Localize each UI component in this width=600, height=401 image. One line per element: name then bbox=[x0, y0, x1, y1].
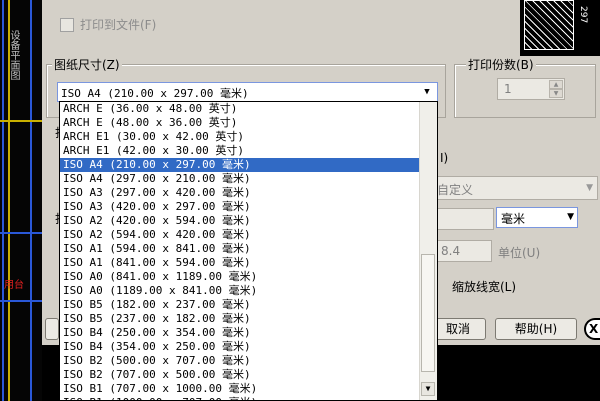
paper-size-option[interactable]: ARCH E1 (30.00 x 42.00 英寸) bbox=[60, 130, 437, 144]
paper-size-option[interactable]: ISO A1 (841.00 x 594.00 毫米) bbox=[60, 256, 437, 270]
scale-unit-value: 8.4 bbox=[441, 244, 461, 258]
unit-label: 单位(U) bbox=[498, 246, 541, 260]
paper-size-option[interactable]: ISO A2 (420.00 x 594.00 毫米) bbox=[60, 214, 437, 228]
paper-size-option[interactable]: ISO B5 (182.00 x 237.00 毫米) bbox=[60, 298, 437, 312]
print-to-file-checkbox[interactable]: 打印到文件(F) bbox=[60, 16, 156, 33]
copies-label: 打印份数(B) bbox=[466, 56, 536, 73]
paper-size-option[interactable]: ISO B4 (250.00 x 354.00 毫米) bbox=[60, 326, 437, 340]
expand-button[interactable]: X bbox=[584, 318, 600, 340]
cad-vertical-text: 设备平面图 bbox=[8, 30, 19, 80]
paper-size-option[interactable]: ISO B2 (707.00 x 500.00 毫米) bbox=[60, 368, 437, 382]
paper-size-option[interactable]: ISO A3 (420.00 x 297.00 毫米) bbox=[60, 200, 437, 214]
scrollbar-thumb[interactable] bbox=[421, 254, 435, 372]
help-button[interactable]: 帮助(H) bbox=[495, 318, 577, 340]
preview-dimension: 297 bbox=[578, 6, 588, 24]
partial-button[interactable] bbox=[45, 318, 59, 340]
chevron-down-icon: ▼ bbox=[567, 212, 574, 222]
chevron-down-icon[interactable]: ▼ bbox=[419, 84, 435, 100]
cad-red-text: 用台 bbox=[4, 280, 24, 291]
scale-unit-field[interactable]: 8.4 bbox=[434, 240, 492, 262]
paper-size-option[interactable]: ISO A4 (210.00 x 297.00 毫米) bbox=[60, 158, 437, 172]
custom-scale-field[interactable]: 自定义 ▼ bbox=[434, 176, 598, 200]
paper-size-select[interactable]: ISO A4 (210.00 x 297.00 毫米) ▼ bbox=[57, 82, 438, 102]
paper-size-option[interactable]: ISO A4 (297.00 x 210.00 毫米) bbox=[60, 172, 437, 186]
paper-size-option[interactable]: ARCH E (36.00 x 48.00 英寸) bbox=[60, 102, 437, 116]
paper-size-option[interactable]: ISO B2 (500.00 x 707.00 毫米) bbox=[60, 354, 437, 368]
cad-line bbox=[0, 232, 42, 234]
paper-size-option[interactable]: ISO A2 (594.00 x 420.00 毫米) bbox=[60, 228, 437, 242]
paper-size-options: ARCH E (36.00 x 48.00 英寸) ARCH E (48.00 x… bbox=[60, 102, 437, 400]
cad-line bbox=[30, 0, 32, 401]
cad-line bbox=[0, 120, 42, 122]
paper-size-option[interactable]: ISO B1 (1000.00 x 707.00 毫米) bbox=[60, 396, 437, 400]
copies-value: 1 bbox=[504, 82, 512, 96]
custom-scale-value: 自定义 bbox=[437, 183, 474, 197]
cad-line bbox=[2, 0, 4, 401]
scroll-down-button[interactable]: ▼ bbox=[421, 382, 435, 396]
paper-size-option[interactable]: ARCH E1 (42.00 x 30.00 英寸) bbox=[60, 144, 437, 158]
paper-size-label: 图纸尺寸(Z) bbox=[52, 56, 122, 73]
spin-up-button[interactable]: ▲ bbox=[549, 80, 563, 89]
unit-select-value: 毫米 bbox=[501, 212, 526, 226]
paper-size-option[interactable]: ISO A1 (594.00 x 841.00 毫米) bbox=[60, 242, 437, 256]
unit-select[interactable]: 毫米 ▼ bbox=[496, 207, 578, 228]
scale-mm-field[interactable] bbox=[434, 208, 494, 230]
fragment-i: I) bbox=[440, 151, 449, 165]
cad-drawing-area: 设备平面图 用台 bbox=[0, 0, 42, 401]
paper-size-option[interactable]: ISO B4 (354.00 x 250.00 毫米) bbox=[60, 340, 437, 354]
paper-size-dropdown[interactable]: ARCH E (36.00 x 48.00 英寸) ARCH E (48.00 x… bbox=[59, 101, 438, 401]
checkbox-box[interactable] bbox=[60, 17, 74, 32]
print-to-file-label: 打印到文件(F) bbox=[80, 18, 157, 32]
paper-size-option[interactable]: ISO A3 (297.00 x 420.00 毫米) bbox=[60, 186, 437, 200]
cad-line bbox=[0, 300, 42, 302]
paper-size-option[interactable]: ARCH E (48.00 x 36.00 英寸) bbox=[60, 116, 437, 130]
paper-size-option[interactable]: ISO A0 (1189.00 x 841.00 毫米) bbox=[60, 284, 437, 298]
paper-size-option[interactable]: ISO B1 (707.00 x 1000.00 毫米) bbox=[60, 382, 437, 396]
dropdown-scrollbar[interactable]: ▼ bbox=[419, 102, 437, 400]
preview-sheet bbox=[524, 0, 574, 50]
spin-down-button[interactable]: ▼ bbox=[549, 89, 563, 98]
lineweight-label: 缩放线宽(L) bbox=[452, 280, 517, 294]
paper-size-option[interactable]: ISO B5 (237.00 x 182.00 毫米) bbox=[60, 312, 437, 326]
paper-size-option[interactable]: ISO A0 (841.00 x 1189.00 毫米) bbox=[60, 270, 437, 284]
cancel-button[interactable]: 取消 bbox=[430, 318, 486, 340]
paper-size-selected: ISO A4 (210.00 x 297.00 毫米) bbox=[61, 87, 249, 100]
copies-spinner[interactable]: 1 ▲ ▼ bbox=[497, 78, 565, 100]
chevron-down-icon: ▼ bbox=[586, 183, 593, 193]
paper-preview: 297 bbox=[520, 0, 600, 56]
